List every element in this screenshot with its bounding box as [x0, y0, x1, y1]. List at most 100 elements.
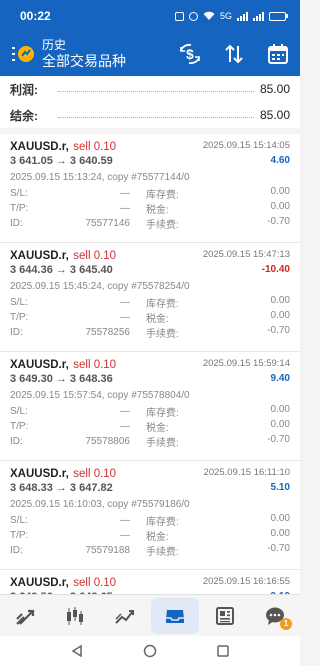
- home-icon: [143, 644, 157, 658]
- profit-label: 利润:: [10, 82, 38, 97]
- order-detail-row: T/P: — 税金: 0.00: [10, 201, 290, 216]
- detail-label: T/P:: [10, 421, 29, 432]
- bottom-tab-bar: 1: [0, 594, 300, 636]
- nfc-icon: [174, 11, 184, 21]
- detail-label: S/L:: [10, 188, 28, 199]
- network-label: 5G: [219, 11, 232, 21]
- order-detail-row: S/L: — 库存费: 0.00: [10, 513, 290, 528]
- history-list[interactable]: XAUUSD.r, sell 0.10 2025.09.15 15:14:05 3 …: [0, 134, 300, 594]
- detail-value: —: [120, 406, 130, 417]
- detail-label: 手续费:: [146, 438, 179, 449]
- detail-value: —: [120, 188, 130, 199]
- signal-icon: [237, 11, 248, 21]
- detail-label: 库存费:: [146, 299, 179, 310]
- detail-value: 0.00: [270, 528, 290, 539]
- notification-badge: 1: [280, 617, 292, 630]
- detail-value: —: [120, 530, 130, 541]
- order-detail-row: S/L: — 库存费: 0.00: [10, 295, 290, 310]
- order-symbol: XAUUSD.r,: [10, 576, 69, 589]
- profit-value: 85.00: [259, 82, 290, 96]
- order-item[interactable]: XAUUSD.r, sell 0.10 2025.09.15 15:59:14 3 …: [0, 352, 300, 461]
- order-prices: 3 648.33 → 3 647.82: [10, 481, 113, 494]
- detail-value: 0.00: [270, 310, 290, 321]
- detail-label: ID:: [10, 327, 23, 338]
- detail-value: 75578256: [85, 327, 131, 338]
- detail-label: S/L:: [10, 406, 28, 417]
- order-prices: 3 649.30 → 3 648.36: [10, 372, 113, 385]
- order-item[interactable]: XAUUSD.r, sell 0.10 2025.09.15 15:47:13 3 …: [0, 243, 300, 352]
- menu-icon: [12, 46, 34, 62]
- detail-label: ID:: [10, 218, 23, 229]
- balance-row: 结余: 85.00: [10, 102, 290, 128]
- detail-value: 0.00: [270, 201, 290, 212]
- order-detail-row: ID: 75579188 手续费: -0.70: [10, 543, 290, 558]
- order-prices: 3 644.36 → 3 645.40: [10, 263, 113, 276]
- detail-label: T/P:: [10, 312, 29, 323]
- news-icon: [216, 606, 234, 625]
- dotted-leader: [58, 116, 254, 118]
- order-detail-row: ID: 75578256 手续费: -0.70: [10, 325, 290, 340]
- order-open-info: 2025.09.15 15:45:24, copy #75578254/0: [10, 280, 190, 292]
- order-detail-row: S/L: — 库存费: 0.00: [10, 186, 290, 201]
- status-bar: 00:22 5G: [0, 0, 300, 32]
- detail-value: -0.70: [267, 543, 290, 554]
- detail-value: 0.00: [270, 295, 290, 306]
- tab-news[interactable]: [201, 598, 249, 634]
- order-side: sell 0.10: [73, 467, 117, 480]
- order-item[interactable]: XAUUSD.r, sell 0.10 2025.09.15 15:14:05 3 …: [0, 134, 300, 243]
- detail-label: T/P:: [10, 530, 29, 541]
- detail-label: 库存费:: [146, 408, 179, 419]
- order-detail-row: T/P: — 税金: 0.00: [10, 310, 290, 325]
- detail-label: S/L:: [10, 297, 28, 308]
- tab-history[interactable]: [151, 597, 199, 634]
- order-item[interactable]: XAUUSD.r, sell 0.10 2025.09.15 16:11:10 3 …: [0, 461, 300, 570]
- detail-value: 75577146: [85, 218, 131, 229]
- detail-value: 75578806: [85, 436, 131, 447]
- detail-label: 税金:: [146, 205, 169, 216]
- tab-trade[interactable]: [101, 598, 149, 634]
- currency-button[interactable]: $: [178, 42, 202, 66]
- battery-icon: [269, 11, 288, 21]
- back-button[interactable]: [66, 640, 88, 662]
- app-bar: 历史 全部交易品种 $: [0, 32, 300, 76]
- detail-label: T/P:: [10, 203, 29, 214]
- detail-value: 0.00: [270, 419, 290, 430]
- menu-button[interactable]: [10, 39, 36, 69]
- dotted-leader: [58, 90, 254, 92]
- balance-value: 85.00: [259, 108, 290, 122]
- detail-label: S/L:: [10, 515, 28, 526]
- order-profit: -10.40: [261, 264, 290, 275]
- tab-chart[interactable]: [51, 598, 99, 634]
- wifi-icon: [203, 11, 215, 20]
- order-item[interactable]: XAUUSD.r, sell 0.102025.09.15 16:16:553 …: [0, 570, 300, 594]
- order-symbol: XAUUSD.r,: [10, 358, 69, 371]
- order-side: sell 0.10: [73, 358, 117, 371]
- order-symbol: XAUUSD.r,: [10, 467, 69, 480]
- detail-value: —: [120, 297, 130, 308]
- order-detail-row: ID: 75578806 手续费: -0.70: [10, 434, 290, 449]
- symbol-filter[interactable]: 全部交易品种: [42, 52, 178, 70]
- home-button[interactable]: [139, 640, 161, 662]
- calendar-button[interactable]: [266, 42, 290, 66]
- profit-row: 利润: 85.00: [10, 76, 290, 102]
- system-nav-bar: [0, 636, 300, 666]
- sort-button[interactable]: [222, 42, 246, 66]
- detail-value: 0.00: [270, 404, 290, 415]
- back-icon: [71, 644, 82, 658]
- calendar-icon: [268, 44, 288, 64]
- tab-messages[interactable]: 1: [251, 598, 299, 634]
- detail-value: -0.70: [267, 325, 290, 336]
- order-detail-row: T/P: — 税金: 0.00: [10, 419, 290, 434]
- currency-icon: $: [180, 43, 200, 65]
- tab-quotes[interactable]: [1, 598, 49, 634]
- candlestick-chart-icon: [67, 606, 83, 625]
- detail-value: —: [120, 515, 130, 526]
- summary-panel: 利润: 85.00 结余: 85.00: [0, 76, 300, 128]
- vibrate-icon: [188, 11, 198, 21]
- order-close-time: 2025.09.15 16:16:55: [202, 576, 290, 587]
- detail-value: 0.00: [270, 186, 290, 197]
- order-detail-row: T/P: — 税金: 0.00: [10, 528, 290, 543]
- order-side: sell 0.10: [73, 140, 117, 153]
- order-symbol: XAUUSD.r,: [10, 140, 69, 153]
- recents-button[interactable]: [212, 640, 234, 662]
